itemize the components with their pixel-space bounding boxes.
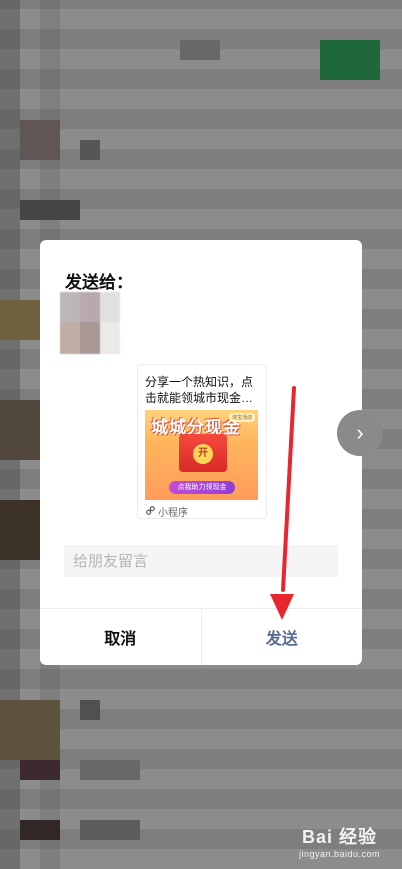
dialog-title: 发送给： <box>65 273 133 292</box>
card-footer: 小程序 <box>146 504 188 519</box>
send-button[interactable]: 发送 <box>202 609 363 665</box>
share-dialog: 发送给： 分享一个热知识，点击就能领城市现金… 城城分现金 淘宝活动 开 点我助… <box>40 240 362 665</box>
chevron-right-icon: › <box>356 420 364 445</box>
red-envelope-icon: 开 <box>179 434 227 472</box>
mini-program-card[interactable]: 分享一个热知识，点击就能领城市现金… 城城分现金 淘宝活动 开 点我助力领现金 … <box>137 364 267 519</box>
message-input[interactable] <box>64 545 338 577</box>
card-title: 分享一个热知识，点击就能领城市现金… <box>145 375 254 405</box>
thumb-cta: 点我助力领现金 <box>169 481 235 494</box>
recipient-avatar <box>60 292 120 354</box>
next-page-button[interactable]: › <box>337 410 383 456</box>
watermark: Bai 经验 jingyan.baidu.com <box>299 823 380 859</box>
dialog-actions: 取消 发送 <box>40 608 362 665</box>
card-footer-label: 小程序 <box>158 508 188 519</box>
envelope-coin: 开 <box>193 444 213 464</box>
thumb-badge: 淘宝活动 <box>228 413 255 422</box>
cancel-button[interactable]: 取消 <box>40 609 202 665</box>
card-thumbnail: 城城分现金 淘宝活动 开 点我助力领现金 <box>145 410 258 500</box>
watermark-sub: jingyan.baidu.com <box>298 849 380 859</box>
watermark-main: Bai 经验 <box>301 827 377 847</box>
mini-program-icon <box>146 506 155 517</box>
